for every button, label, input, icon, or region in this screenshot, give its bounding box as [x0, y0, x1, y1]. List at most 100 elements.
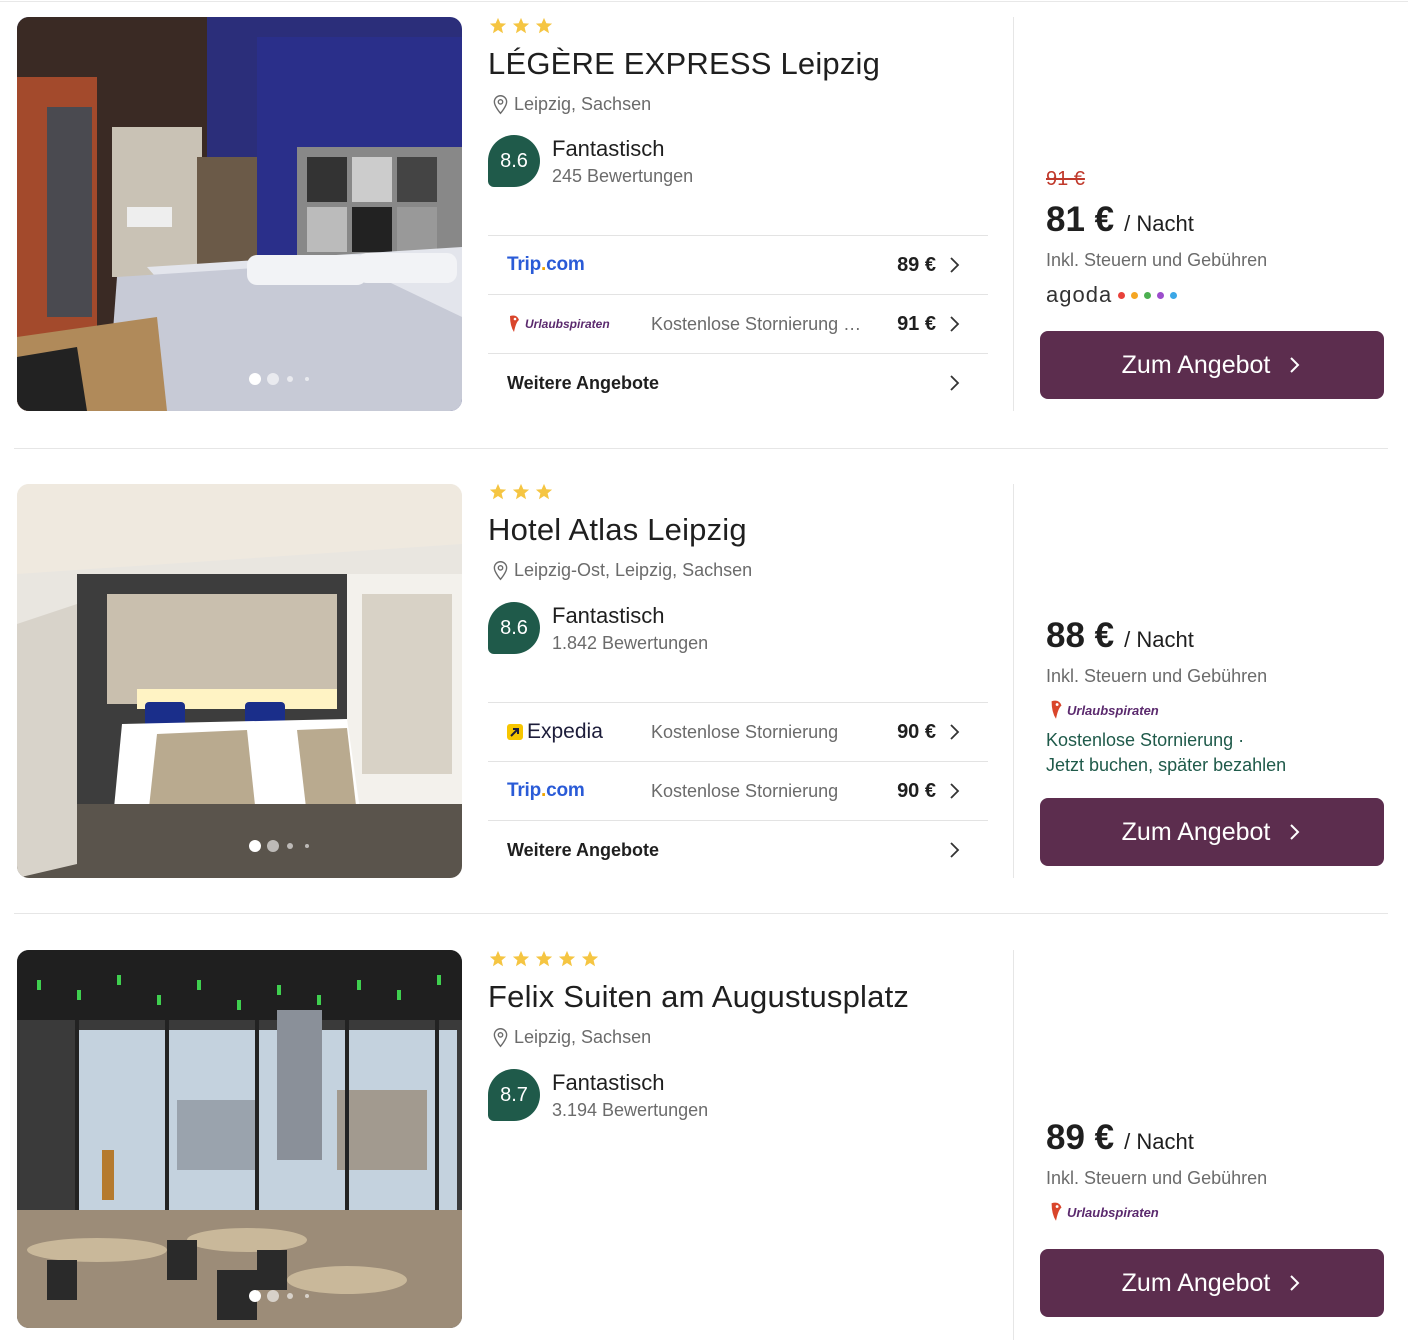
- location-text: Leipzig, Sachsen: [514, 94, 652, 114]
- review-count[interactable]: 1.842 Bewertungen: [552, 633, 708, 654]
- cancellation-line: Kostenlose Stornierung ·: [1046, 730, 1245, 750]
- review-score-badge: 8.6: [488, 602, 540, 654]
- star-rating: [489, 483, 553, 501]
- hotel-location: Leipzig, Sachsen: [490, 1027, 651, 1048]
- hotel-location: Leipzig-Ost, Leipzig, Sachsen: [490, 560, 752, 581]
- offer-price: 90 €: [897, 720, 936, 743]
- hotel-location: Leipzig, Sachsen: [490, 94, 651, 115]
- room-image: [17, 484, 462, 878]
- room-image: [17, 17, 462, 411]
- offer-price: 91 €: [897, 312, 936, 335]
- chevron-right-icon: [1290, 357, 1300, 373]
- view-deal-label: Zum Angebot: [1121, 1268, 1271, 1297]
- star-icon: [535, 950, 553, 967]
- chevron-right-icon: [1290, 1275, 1300, 1291]
- price-per-night: 88 € / Nacht: [1046, 616, 1194, 656]
- offer-row-urlaubspiraten[interactable]: Urlaubspiraten Kostenlose Stornierung … …: [488, 294, 988, 353]
- column-divider: [1013, 484, 1014, 878]
- rating-label: Fantastisch: [552, 603, 665, 628]
- star-icon: [558, 950, 576, 967]
- chevron-right-icon: [950, 842, 960, 858]
- rating-label: Fantastisch: [552, 1070, 665, 1095]
- card-divider: [14, 448, 1388, 449]
- more-offers-row[interactable]: Weitere Angebote: [488, 820, 988, 879]
- price-incl-note: Inkl. Steuern und Gebühren: [1046, 250, 1268, 270]
- offer-note: Kostenlose Stornierung …: [651, 313, 862, 334]
- offer-price: 89 €: [897, 253, 936, 276]
- parrot-icon: [510, 315, 519, 332]
- more-offers-label: Weitere Angebote: [507, 839, 660, 860]
- provider-logo-urlaubspiraten: Urlaubspiraten: [1048, 1201, 1159, 1223]
- restaurant-image: [17, 950, 462, 1328]
- chevron-right-icon: [1290, 824, 1300, 840]
- star-icon: [489, 17, 507, 34]
- view-deal-button[interactable]: Zum Angebot: [1040, 798, 1384, 866]
- more-offers-label: Weitere Angebote: [507, 372, 660, 393]
- hotel-photo[interactable]: [17, 17, 462, 411]
- card-divider: [14, 913, 1388, 914]
- provider-logo-urlaubspiraten: Urlaubspiraten: [1048, 699, 1159, 721]
- star-icon: [581, 950, 599, 967]
- provider-name: Urlaubspiraten: [1067, 1204, 1159, 1220]
- view-deal-label: Zum Angebot: [1121, 817, 1271, 846]
- review-count[interactable]: 245 Bewertungen: [552, 166, 693, 187]
- price-per-night: 89 € / Nacht: [1046, 1118, 1194, 1158]
- price-incl-note: Inkl. Steuern und Gebühren: [1046, 1168, 1268, 1188]
- location-pin-icon: [493, 561, 508, 581]
- offer-row-expedia[interactable]: Expedia Kostenlose Stornierung 90 €: [488, 702, 988, 761]
- price-value: 81 €: [1046, 200, 1115, 239]
- star-icon: [535, 483, 553, 500]
- provider-logo-expedia: Expedia: [507, 720, 603, 744]
- provider-name: agoda: [1046, 282, 1113, 307]
- offer-row-tripcom[interactable]: Trip.com Kostenlose Stornierung 90 €: [488, 761, 988, 820]
- star-icon: [535, 17, 553, 34]
- hotel-name[interactable]: LÉGÈRE EXPRESS Leipzig: [488, 46, 880, 82]
- carousel-dots[interactable]: [249, 373, 309, 385]
- expedia-icon: [507, 724, 523, 740]
- hotel-name[interactable]: Felix Suiten am Augustusplatz: [488, 979, 909, 1015]
- offer-note: Kostenlose Stornierung: [651, 721, 839, 742]
- star-icon: [512, 950, 530, 967]
- hotel-photo[interactable]: [17, 484, 462, 878]
- review-count[interactable]: 3.194 Bewertungen: [552, 1100, 708, 1121]
- price-unit: / Nacht: [1124, 627, 1194, 652]
- view-deal-button[interactable]: Zum Angebot: [1040, 331, 1384, 399]
- star-rating: [489, 950, 599, 968]
- review-score-badge: 8.7: [488, 1069, 540, 1121]
- provider-logo-urlaubspiraten: Urlaubspiraten: [507, 314, 610, 334]
- location-text: Leipzig, Sachsen: [514, 1027, 652, 1047]
- carousel-dots[interactable]: [249, 1290, 309, 1302]
- price-value: 88 €: [1046, 616, 1115, 655]
- offer-price: 90 €: [897, 779, 936, 802]
- offer-list: Expedia Kostenlose Stornierung 90 € Trip…: [488, 702, 988, 879]
- star-rating: [489, 17, 553, 35]
- more-offers-row[interactable]: Weitere Angebote: [488, 353, 988, 412]
- star-icon: [512, 17, 530, 34]
- parrot-icon: [1051, 1202, 1062, 1221]
- provider-name: Urlaubspiraten: [1067, 702, 1159, 718]
- carousel-dots[interactable]: [249, 840, 309, 852]
- price-incl-note: Inkl. Steuern und Gebühren: [1046, 666, 1268, 686]
- price-unit: / Nacht: [1124, 211, 1194, 236]
- offer-list: Trip.com 89 € Urlaubspiraten Kostenlose …: [488, 235, 988, 412]
- rating-label: Fantastisch: [552, 136, 665, 161]
- price-per-night: 81 € / Nacht: [1046, 200, 1194, 240]
- hotel-name[interactable]: Hotel Atlas Leipzig: [488, 512, 747, 548]
- location-pin-icon: [493, 1028, 508, 1048]
- top-divider: [0, 1, 1408, 2]
- view-deal-button[interactable]: Zum Angebot: [1040, 1249, 1384, 1317]
- chevron-right-icon: [950, 783, 960, 799]
- column-divider: [1013, 950, 1014, 1340]
- chevron-right-icon: [950, 375, 960, 391]
- price-unit: / Nacht: [1124, 1129, 1194, 1154]
- chevron-right-icon: [950, 724, 960, 740]
- offer-row-tripcom[interactable]: Trip.com 89 €: [488, 235, 988, 294]
- hotel-photo[interactable]: [17, 950, 462, 1328]
- column-divider: [1013, 17, 1014, 411]
- offer-note: Kostenlose Stornierung: [651, 780, 839, 801]
- provider-logo-agoda: agoda: [1046, 282, 1178, 308]
- star-icon: [512, 483, 530, 500]
- chevron-right-icon: [950, 257, 960, 273]
- parrot-icon: [1051, 700, 1062, 719]
- pay-later-line: Jetzt buchen, später bezahlen: [1046, 755, 1287, 775]
